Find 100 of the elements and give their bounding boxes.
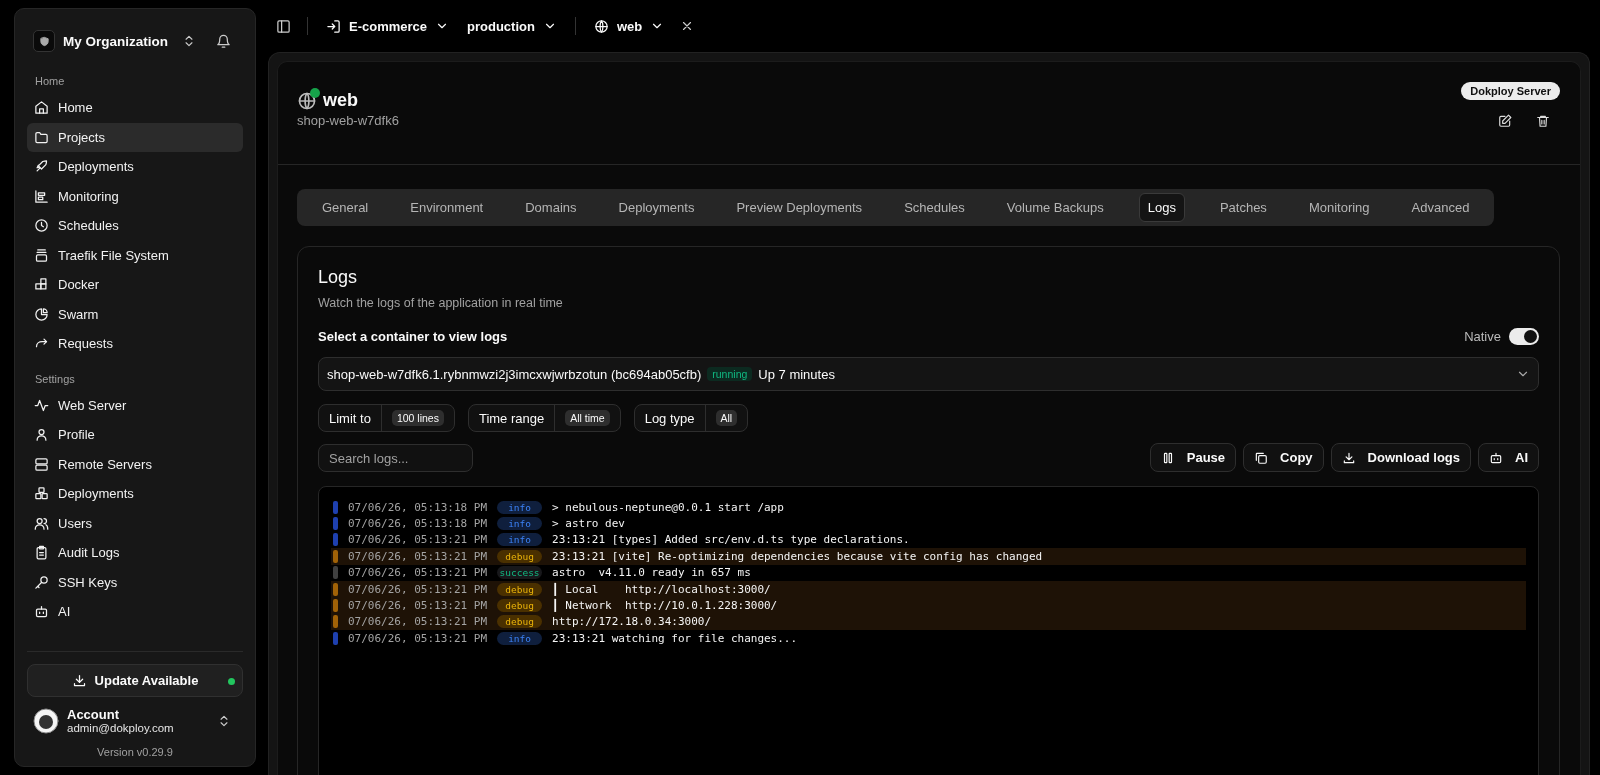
filter-label: Log type bbox=[644, 410, 695, 426]
edit-icon[interactable] bbox=[1498, 114, 1512, 128]
log-level-badge: debug bbox=[497, 549, 543, 563]
sidebar-item[interactable]: Docker bbox=[27, 270, 243, 300]
log-timestamp: 07/06/26, 05:13:21 PM bbox=[348, 599, 488, 613]
sidebar-item[interactable]: Schedules bbox=[27, 211, 243, 241]
project-breadcrumb[interactable]: E-commerce bbox=[320, 14, 456, 38]
download-icon bbox=[71, 673, 87, 688]
filter-button[interactable]: Time range All time bbox=[467, 404, 621, 432]
globe-icon bbox=[593, 18, 609, 34]
users-icon bbox=[34, 515, 49, 531]
sidebar-item[interactable]: Projects bbox=[27, 122, 243, 152]
update-button[interactable]: Update Available bbox=[27, 664, 243, 697]
sidebar-item[interactable]: AI bbox=[27, 597, 243, 627]
log-message: 23:13:21 watching for file changes... bbox=[552, 631, 798, 645]
tab[interactable]: Deployments bbox=[597, 193, 716, 222]
tab[interactable]: Logs bbox=[1138, 193, 1185, 222]
app-name: shop-web-w7dfk6 bbox=[297, 113, 399, 128]
sidebar-item[interactable]: Web Server bbox=[27, 390, 243, 420]
tab[interactable]: Environment bbox=[389, 193, 505, 222]
toggle-switch[interactable] bbox=[1509, 328, 1539, 345]
tab[interactable]: Preview Deployments bbox=[715, 193, 884, 222]
sidebar-item[interactable]: SSH Keys bbox=[27, 567, 243, 597]
log-message: ┃ Network http://10.0.1.228:3000/ bbox=[552, 599, 778, 613]
copy-button[interactable]: Copy bbox=[1243, 443, 1324, 472]
container-select[interactable]: shop-web-w7dfk6.1.rybnmwzi2j3imcxwjwrbzotun (bc694ab05cfb) running Up 7 minutes bbox=[318, 357, 1539, 391]
filter-button[interactable]: Limit to 100 lines bbox=[318, 404, 455, 432]
log-level-badge: debug bbox=[497, 599, 543, 613]
filter-button[interactable]: Log type All bbox=[633, 404, 749, 432]
home-icon bbox=[34, 100, 49, 116]
log-timestamp: 07/06/26, 05:13:21 PM bbox=[348, 615, 488, 629]
sidebar-item[interactable]: Requests bbox=[27, 329, 243, 359]
account-name: Account bbox=[67, 707, 120, 722]
copy-icon bbox=[1254, 450, 1269, 465]
tab[interactable]: Patches bbox=[1198, 193, 1288, 222]
trash-icon[interactable] bbox=[1536, 114, 1550, 128]
container-name: shop-web-w7dfk6.1.rybnmwzi2j3imcxwjwrbzotun (bc694ab05cfb) bbox=[327, 366, 702, 382]
user-icon bbox=[34, 427, 49, 443]
pause-button[interactable]: Pause bbox=[1149, 443, 1237, 472]
tab[interactable]: Domains bbox=[504, 193, 598, 222]
status-badge: running bbox=[707, 367, 753, 381]
log-timestamp: 07/06/26, 05:13:18 PM bbox=[348, 500, 488, 514]
toggle-label: Native bbox=[1464, 329, 1501, 344]
section-description: Watch the logs of the application in real time bbox=[318, 296, 564, 310]
bot-icon bbox=[34, 604, 49, 620]
uptime-label: Up 7 minutes bbox=[758, 366, 835, 382]
environment-breadcrumb[interactable]: production bbox=[461, 14, 563, 38]
key-icon bbox=[34, 574, 49, 590]
filter-value: 100 lines bbox=[391, 410, 444, 426]
avatar-icon[interactable] bbox=[33, 707, 59, 734]
sidebar-item[interactable]: Users bbox=[27, 508, 243, 538]
log-timestamp: 07/06/26, 05:13:21 PM bbox=[348, 549, 488, 563]
search-field[interactable]: Search logs... bbox=[318, 444, 473, 472]
log-level-badge: success bbox=[497, 566, 543, 580]
tab[interactable]: General bbox=[301, 193, 390, 222]
log-message: 23:13:21 [vite] Re-optimizing dependencies because vite config has changed bbox=[552, 549, 1043, 563]
log-level-badge: debug bbox=[497, 615, 543, 629]
log-timestamp: 07/06/26, 05:13:21 PM bbox=[348, 566, 488, 580]
bot-icon bbox=[1489, 450, 1503, 465]
log-level-badge: info bbox=[497, 500, 543, 514]
download-icon bbox=[1341, 450, 1356, 465]
log-timestamp: 07/06/26, 05:13:21 PM bbox=[348, 533, 488, 547]
version-label: Version v0.29.9 bbox=[96, 746, 174, 758]
tab[interactable]: Monitoring bbox=[1287, 193, 1391, 222]
sidebar-item[interactable]: Remote Servers bbox=[27, 449, 243, 479]
sidebar-item[interactable]: Deployments bbox=[27, 479, 243, 509]
sidebar-item[interactable]: Home bbox=[27, 93, 243, 123]
login-icon bbox=[326, 18, 341, 34]
log-level-badge: info bbox=[497, 533, 543, 547]
tab[interactable]: Advanced bbox=[1390, 193, 1491, 222]
activity-icon bbox=[34, 397, 49, 413]
log-timestamp: 07/06/26, 05:13:18 PM bbox=[348, 517, 488, 531]
organization-name[interactable]: My Organization bbox=[63, 33, 168, 49]
sidebar-item[interactable]: Swarm bbox=[27, 299, 243, 329]
clipboard-icon bbox=[34, 545, 49, 561]
stack-icon bbox=[34, 247, 49, 263]
boxes-icon bbox=[34, 277, 49, 293]
sidebar-item[interactable]: Monitoring bbox=[27, 181, 243, 211]
sidebar-item[interactable]: Deployments bbox=[27, 152, 243, 182]
download-button[interactable]: Download logs bbox=[1330, 443, 1471, 472]
log-message: ┃ Local http://localhost:3000/ bbox=[552, 582, 771, 596]
sidebar-item[interactable]: Audit Logs bbox=[27, 538, 243, 568]
tab[interactable]: Volume Backups bbox=[985, 193, 1125, 222]
server-badge: Dokploy Server bbox=[1461, 82, 1560, 100]
tab[interactable]: Schedules bbox=[883, 193, 986, 222]
filter-label: Time range bbox=[478, 410, 545, 426]
clock-icon bbox=[34, 218, 49, 234]
sidebar-item[interactable]: Traefik File System bbox=[27, 240, 243, 270]
shield-icon bbox=[38, 35, 50, 47]
ai-button[interactable]: AI bbox=[1478, 443, 1539, 472]
cubes-icon bbox=[34, 486, 49, 502]
sidebar-item[interactable]: Profile bbox=[27, 420, 243, 450]
bar-chart-icon bbox=[34, 188, 49, 204]
filter-value: All time bbox=[565, 410, 610, 426]
bell-icon[interactable] bbox=[216, 33, 231, 49]
section-title: Logs bbox=[318, 267, 359, 288]
log-message: http://172.18.0.34:3000/ bbox=[552, 615, 712, 629]
sidebar-toggle-icon[interactable] bbox=[276, 18, 291, 34]
service-breadcrumb[interactable]: web bbox=[587, 14, 671, 38]
log-level-badge: info bbox=[497, 517, 543, 531]
